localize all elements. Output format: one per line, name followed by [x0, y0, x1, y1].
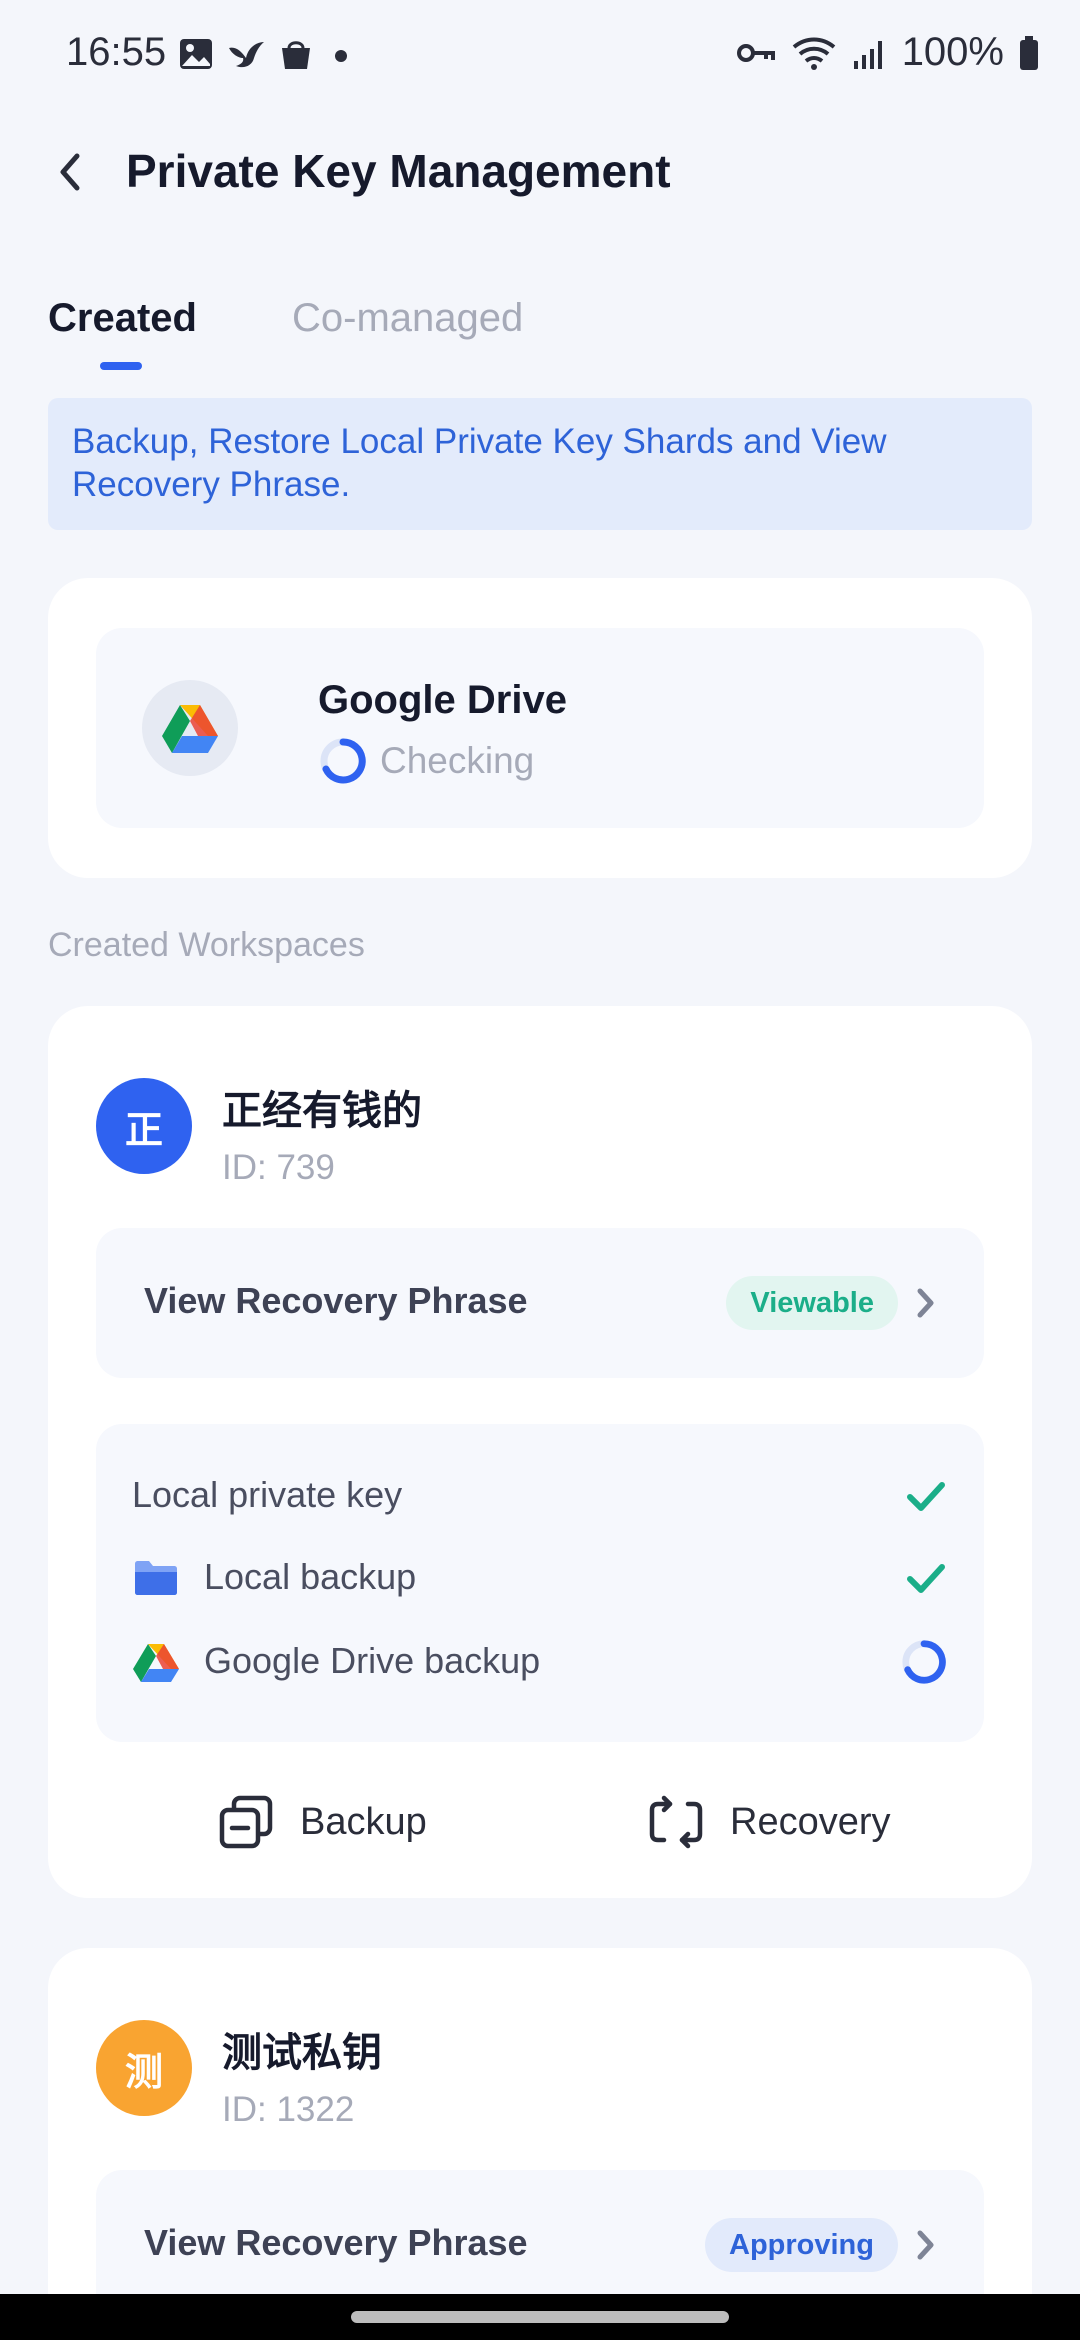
status-row-local-backup: Local backup [132, 1548, 948, 1608]
workspace-card: 正 正经有钱的 ID: 739 View Recovery Phrase Vie… [48, 1006, 1032, 1898]
google-drive-icon [133, 1644, 179, 1682]
backup-icon [219, 1795, 273, 1849]
tab-created[interactable]: Created [48, 296, 197, 341]
chevron-right-icon [917, 1288, 934, 1318]
backup-label: Backup [300, 1800, 427, 1843]
status-label: Local private key [132, 1474, 403, 1515]
system-icons: 100% [736, 30, 1040, 75]
image-icon [180, 39, 212, 69]
chevron-left-icon [60, 153, 80, 191]
section-label: Created Workspaces [48, 926, 365, 964]
workspace-actions: Backup Recovery [48, 1782, 1032, 1862]
tab-co-managed[interactable]: Co-managed [292, 296, 523, 341]
workspace-avatar: 正 [96, 1078, 192, 1174]
check-icon [907, 1564, 945, 1593]
folder-icon [135, 1561, 177, 1595]
info-banner: Backup, Restore Local Private Key Shards… [48, 398, 1032, 530]
google-drive-card: Google Drive Checking [48, 578, 1032, 878]
wifi-icon [792, 37, 835, 70]
status-time: 16:55 [66, 30, 167, 74]
dot-icon [335, 50, 347, 62]
loading-spinner-icon [320, 738, 366, 784]
recovery-icon [649, 1795, 703, 1849]
recovery-label: Recovery [730, 1800, 891, 1843]
signal-icon [853, 40, 882, 69]
view-recovery-phrase-label: View Recovery Phrase [144, 2222, 528, 2263]
home-gesture-handle[interactable] [351, 2311, 729, 2323]
battery-icon [1020, 35, 1038, 70]
status-row-google-drive-backup: Google Drive backup [132, 1632, 948, 1692]
google-drive-icon [142, 680, 238, 776]
workspace-avatar: 测 [96, 2020, 192, 2116]
approving-badge: Approving [705, 2218, 898, 2272]
tab-active-indicator [100, 362, 142, 370]
loading-spinner-icon [902, 1640, 946, 1684]
chevron-right-icon [917, 2230, 934, 2260]
workspace-id: ID: 1322 [222, 2090, 355, 2129]
notification-icons [178, 36, 356, 72]
bag-icon [282, 41, 310, 69]
google-drive-status-text: Checking [380, 740, 535, 781]
workspace-card: 测 测试私钥 ID: 1322 View Recovery Phrase App… [48, 1948, 1032, 2340]
status-bar: 16:55 100% [0, 0, 1080, 116]
check-icon [907, 1482, 945, 1511]
backup-status-list: Local private key Local backup Google Dr [96, 1424, 984, 1742]
status-row-local-private-key: Local private key [132, 1466, 948, 1526]
workspace-name: 测试私钥 [222, 2031, 382, 2075]
google-drive-title: Google Drive [318, 678, 567, 722]
bird-icon [229, 42, 264, 68]
viewable-badge: Viewable [726, 1276, 898, 1330]
back-button[interactable] [40, 142, 100, 202]
google-drive-row[interactable]: Google Drive Checking [96, 628, 984, 828]
workspace-name: 正经有钱的 [222, 1089, 422, 1133]
battery-percent: 100% [901, 30, 1004, 74]
google-drive-status: Checking [318, 736, 534, 786]
app-header: Private Key Management [0, 120, 1080, 224]
navigation-bar [0, 2294, 1080, 2340]
workspace-id: ID: 739 [222, 1148, 335, 1187]
recovery-button[interactable]: Recovery [648, 1782, 891, 1862]
view-recovery-phrase-label: View Recovery Phrase [144, 1280, 528, 1321]
key-icon [736, 43, 775, 62]
view-recovery-phrase-row[interactable]: View Recovery Phrase Viewable [96, 1228, 984, 1378]
page-title: Private Key Management [126, 145, 671, 197]
backup-button[interactable]: Backup [218, 1782, 427, 1862]
status-label: Local backup [204, 1556, 417, 1597]
status-label: Google Drive backup [204, 1640, 541, 1681]
